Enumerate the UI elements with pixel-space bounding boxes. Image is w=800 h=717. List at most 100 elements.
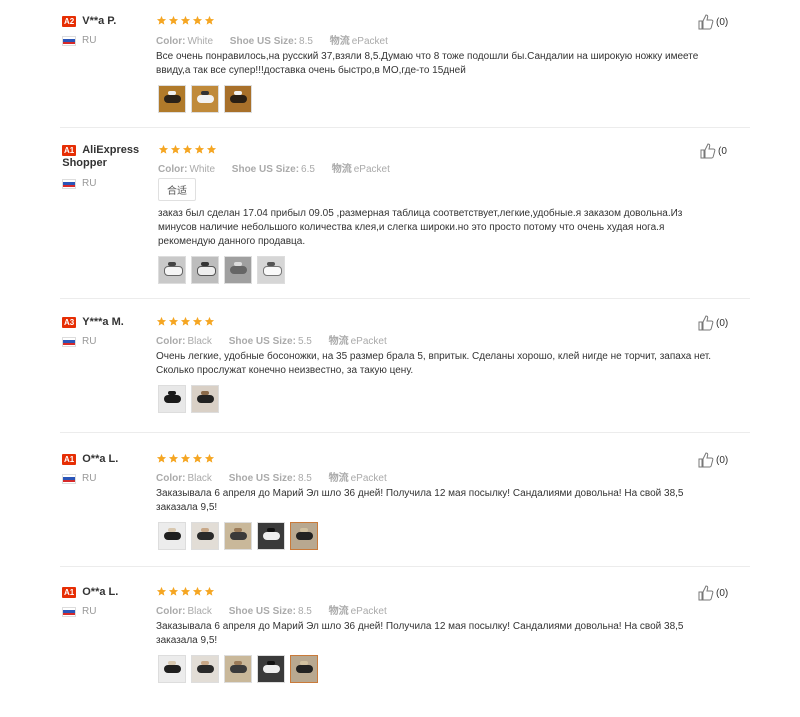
shipping-label: 物流 xyxy=(328,336,349,347)
country-code: RU xyxy=(82,35,97,46)
thumbs-up-icon xyxy=(698,14,714,30)
buyer-level-badge: A3 xyxy=(62,317,77,328)
russia-flag-icon xyxy=(62,606,76,617)
star-icon xyxy=(180,316,191,327)
helpful-count: (0) xyxy=(716,16,729,28)
buyer-level-badge: A1 xyxy=(62,454,77,465)
thumbs-up-icon xyxy=(698,315,714,331)
reviewer-name: V**a P. xyxy=(82,15,117,27)
shipping-label: 物流 xyxy=(328,606,349,617)
star-icon xyxy=(204,316,215,327)
buyer-level-badge: A1 xyxy=(62,587,77,598)
review-tag: 合适 xyxy=(158,178,196,201)
review-photo[interactable] xyxy=(191,522,219,550)
star-icon xyxy=(204,453,215,464)
russia-flag-icon xyxy=(62,336,76,347)
review-text: Заказывала 6 апреля до Марий Эл шло 36 д… xyxy=(156,488,684,513)
shipping-label: 物流 xyxy=(329,36,350,47)
review-photo[interactable] xyxy=(158,256,186,284)
color-value: Black xyxy=(187,473,212,484)
star-icon xyxy=(192,15,203,26)
helpful-button[interactable]: (0) xyxy=(698,315,728,331)
review-photo[interactable] xyxy=(224,522,252,550)
review-photo[interactable] xyxy=(158,385,186,413)
color-value: Black xyxy=(187,336,212,347)
review-photo[interactable] xyxy=(290,522,318,550)
country-code: RU xyxy=(82,606,97,617)
color-value: White xyxy=(187,36,214,47)
size-label: Shoe US Size: xyxy=(228,606,296,617)
country-code: RU xyxy=(82,473,97,484)
size-value: 8.5 xyxy=(297,606,312,617)
russia-flag-icon xyxy=(62,473,76,484)
color-label: Color: xyxy=(156,36,186,47)
color-label: Color: xyxy=(158,164,188,175)
helpful-count: (0) xyxy=(716,317,729,329)
color-value: White xyxy=(189,164,216,175)
review-photo[interactable] xyxy=(191,85,219,113)
reviewer-country: RU xyxy=(62,178,96,189)
review-photos xyxy=(158,256,285,284)
review-photo[interactable] xyxy=(191,385,219,413)
product-attributes: Color: Black Shoe US Size: 8.5 物流 ePacket xyxy=(156,469,401,484)
product-attributes: Color: Black Shoe US Size: 5.5 物流 ePacket xyxy=(156,332,401,347)
helpful-button[interactable]: (0 xyxy=(700,143,727,159)
review-photo[interactable] xyxy=(158,85,186,113)
reviewer-country: RU xyxy=(62,35,96,46)
review-photo[interactable] xyxy=(158,655,186,683)
color-label: Color: xyxy=(156,606,186,617)
reviewer-info: A2 V**a P. xyxy=(62,15,116,28)
shipping-value: ePacket xyxy=(353,164,390,175)
star-icon xyxy=(156,15,167,26)
shipping-value: ePacket xyxy=(350,473,387,484)
star-rating xyxy=(158,144,217,155)
review-photos xyxy=(158,385,219,413)
review-photos xyxy=(158,85,252,113)
shipping-value: ePacket xyxy=(350,336,387,347)
review-photo[interactable] xyxy=(158,522,186,550)
star-icon xyxy=(168,453,179,464)
helpful-count: (0) xyxy=(716,587,729,599)
review-photo[interactable] xyxy=(191,655,219,683)
reviewer-name: Y***a M. xyxy=(82,316,124,328)
star-icon xyxy=(170,144,181,155)
star-icon xyxy=(168,15,179,26)
review-photo[interactable] xyxy=(191,256,219,284)
review-photos xyxy=(158,655,318,683)
star-icon xyxy=(156,316,167,327)
review-photo[interactable] xyxy=(257,655,285,683)
country-code: RU xyxy=(82,178,97,189)
review-text: Все очень понравилось,на русский 37,взял… xyxy=(156,51,699,76)
star-rating xyxy=(156,453,215,464)
review-photo[interactable] xyxy=(224,256,252,284)
star-icon xyxy=(168,316,179,327)
star-icon xyxy=(192,453,203,464)
reviewer-country: RU xyxy=(62,606,96,617)
shipping-value: ePacket xyxy=(351,36,388,47)
reviewer-country: RU xyxy=(62,473,96,484)
product-attributes: Color: White Shoe US Size: 6.5 物流 ePacket xyxy=(158,160,404,175)
shipping-value: ePacket xyxy=(350,606,387,617)
reviewer-info: A3 Y***a M. xyxy=(62,316,124,329)
star-icon xyxy=(156,453,167,464)
helpful-button[interactable]: (0) xyxy=(698,585,728,601)
review-photos xyxy=(158,522,318,550)
helpful-button[interactable]: (0) xyxy=(698,14,728,30)
size-label: Shoe US Size: xyxy=(228,473,296,484)
reviewer-name: AliExpress Shopper xyxy=(62,144,140,169)
color-value: Black xyxy=(187,606,212,617)
review-text: Заказывала 6 апреля до Марий Эл шло 36 д… xyxy=(156,621,684,646)
reviewer-info: A1 AliExpress Shopper xyxy=(62,144,152,170)
star-icon xyxy=(204,15,215,26)
star-icon xyxy=(180,453,191,464)
review-photo[interactable] xyxy=(257,256,285,284)
review-photo[interactable] xyxy=(224,85,252,113)
size-value: 6.5 xyxy=(301,164,315,175)
russia-flag-icon xyxy=(62,178,76,189)
review-photo[interactable] xyxy=(290,655,318,683)
size-label: Shoe US Size: xyxy=(231,164,300,175)
divider xyxy=(60,127,750,128)
review-photo[interactable] xyxy=(224,655,252,683)
helpful-button[interactable]: (0) xyxy=(698,452,728,468)
review-photo[interactable] xyxy=(257,522,285,550)
